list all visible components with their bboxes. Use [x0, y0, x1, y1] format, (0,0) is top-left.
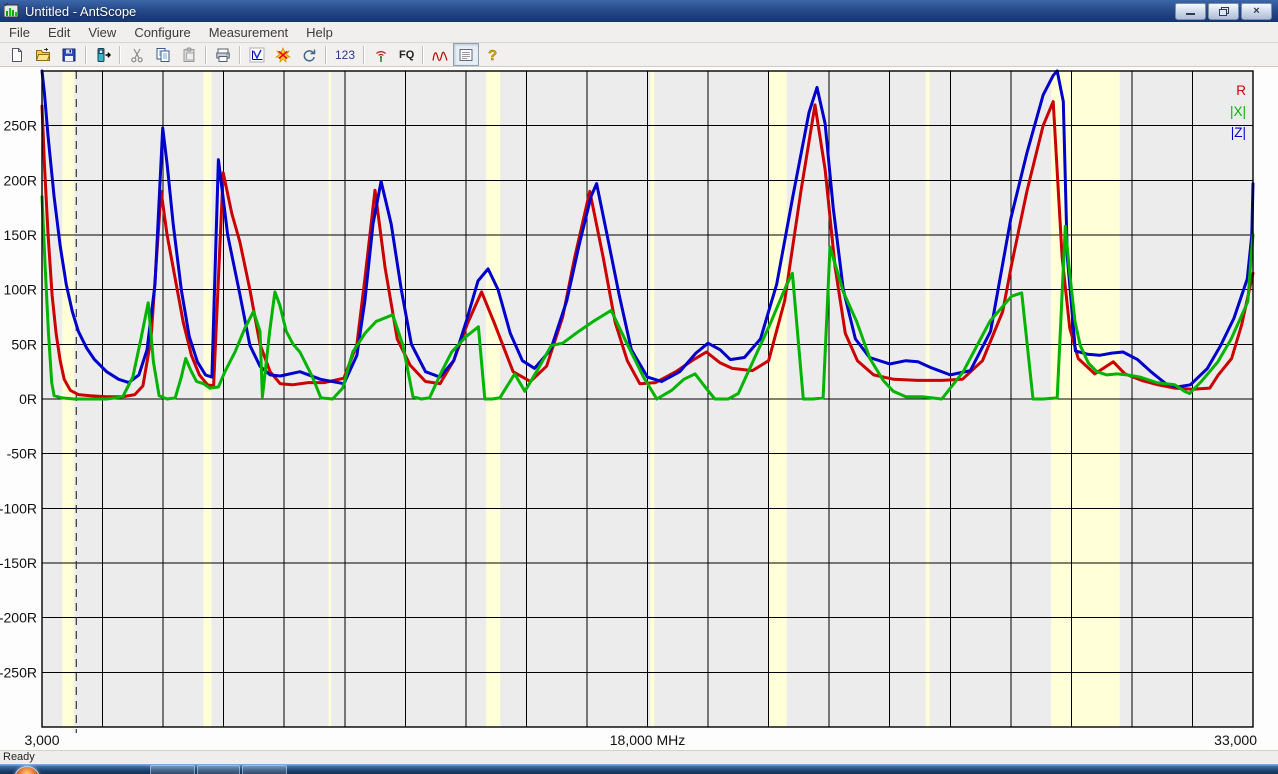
menu-item-configure[interactable]: Configure — [125, 23, 199, 42]
x-axis-label: 33,000 — [1214, 732, 1257, 748]
save-file-button[interactable] — [56, 43, 82, 66]
minimize-button[interactable] — [1175, 3, 1206, 20]
menu-bar: FileEditViewConfigureMeasurementHelp — [0, 22, 1278, 43]
wifi-antenna-icon — [373, 47, 389, 63]
taskbar-button[interactable] — [150, 765, 195, 774]
y-axis-label: 200R — [4, 172, 37, 188]
help-button[interactable]: ? — [479, 43, 505, 66]
chart-view-icon — [249, 47, 265, 63]
minimize-icon — [1186, 13, 1195, 15]
cut-button[interactable] — [124, 43, 150, 66]
print-icon — [215, 47, 231, 63]
numbers-button[interactable]: 123 — [330, 43, 360, 66]
start-button[interactable] — [14, 766, 40, 774]
legend-entry-R: R — [1236, 83, 1246, 98]
chart-view-button[interactable] — [244, 43, 270, 66]
title-bar[interactable]: Untitled - AntScope × — [0, 0, 1278, 22]
y-axis-label: -250R — [0, 664, 37, 680]
menu-item-view[interactable]: View — [79, 23, 125, 42]
menu-item-file[interactable]: File — [0, 23, 39, 42]
restore-icon — [1219, 7, 1228, 15]
open-file-button[interactable] — [30, 43, 56, 66]
toolbar-separator — [85, 46, 87, 64]
window-controls: × — [1175, 3, 1278, 20]
curves-view-icon — [432, 47, 448, 63]
antscope-app-icon — [4, 3, 20, 19]
legend-entry-Z: |Z| — [1231, 125, 1246, 140]
y-axis-label: 50R — [11, 336, 37, 352]
wifi-antenna-button[interactable] — [368, 43, 394, 66]
copy-button[interactable] — [150, 43, 176, 66]
chart-canvas[interactable]: 250R 200R 150R 100R 50R 0R -50R -100R -150R -200R… — [0, 67, 1278, 750]
clear-markers-icon — [275, 47, 291, 63]
y-axis-label: 100R — [4, 282, 37, 298]
frequency-button[interactable]: FQ — [394, 43, 419, 66]
antscope-window: Untitled - AntScope × FileEditViewConfig… — [0, 0, 1278, 774]
menu-item-measurement[interactable]: Measurement — [200, 23, 297, 42]
refresh-icon — [301, 47, 317, 63]
curves-view-button[interactable] — [427, 43, 453, 66]
status-text: Ready — [3, 751, 35, 763]
new-document-icon — [9, 47, 25, 63]
cut-icon — [129, 47, 145, 63]
frequency-label: FQ — [395, 49, 418, 61]
clear-markers-button[interactable] — [270, 43, 296, 66]
y-axis-label: 150R — [4, 227, 37, 243]
menu-item-edit[interactable]: Edit — [39, 23, 79, 42]
toolbar-separator — [363, 46, 365, 64]
menu-item-help[interactable]: Help — [297, 23, 342, 42]
taskbar-button[interactable] — [242, 765, 287, 774]
refresh-button[interactable] — [296, 43, 322, 66]
toolbar-separator — [119, 46, 121, 64]
toolbar-separator — [205, 46, 207, 64]
y-axis-label: -50R — [7, 446, 37, 462]
open-file-icon — [35, 47, 51, 63]
log-view-button[interactable] — [453, 43, 479, 66]
y-axis-label: -150R — [0, 555, 37, 571]
svg-text:?: ? — [488, 47, 497, 63]
toolbar-separator — [422, 46, 424, 64]
y-axis-label: 250R — [4, 118, 37, 134]
y-axis-label: 0R — [19, 391, 37, 407]
toolbar-separator — [239, 46, 241, 64]
toolbar: 123 FQ? — [0, 43, 1278, 67]
toolbar-separator — [325, 46, 327, 64]
window-title: Untitled - AntScope — [25, 4, 136, 19]
paste-button[interactable] — [176, 43, 202, 66]
taskbar[interactable] — [0, 764, 1278, 774]
x-axis-label: 18,000 MHz — [610, 732, 685, 748]
y-axis-label: -100R — [0, 500, 37, 516]
impedance-chart[interactable]: 250R 200R 150R 100R 50R 0R -50R -100R -150R -200R… — [0, 67, 1278, 750]
connect-analyzer-icon — [95, 47, 111, 63]
print-button[interactable] — [210, 43, 236, 66]
taskbar-button[interactable] — [197, 765, 240, 774]
connect-analyzer-button[interactable] — [90, 43, 116, 66]
save-file-icon — [61, 47, 77, 63]
log-view-icon — [458, 47, 474, 63]
copy-icon — [155, 47, 171, 63]
y-axis-label: -200R — [0, 610, 37, 626]
paste-icon — [181, 47, 197, 63]
new-document-button[interactable] — [4, 43, 30, 66]
legend-entry-X: |X| — [1230, 104, 1246, 119]
close-button[interactable]: × — [1241, 3, 1272, 20]
x-axis-label: 3,000 — [24, 732, 59, 748]
status-bar: Ready — [0, 750, 1278, 764]
help-icon: ? — [484, 47, 500, 63]
numbers-label: 123 — [331, 48, 359, 62]
close-icon: × — [1253, 6, 1259, 17]
restore-button[interactable] — [1208, 3, 1239, 20]
